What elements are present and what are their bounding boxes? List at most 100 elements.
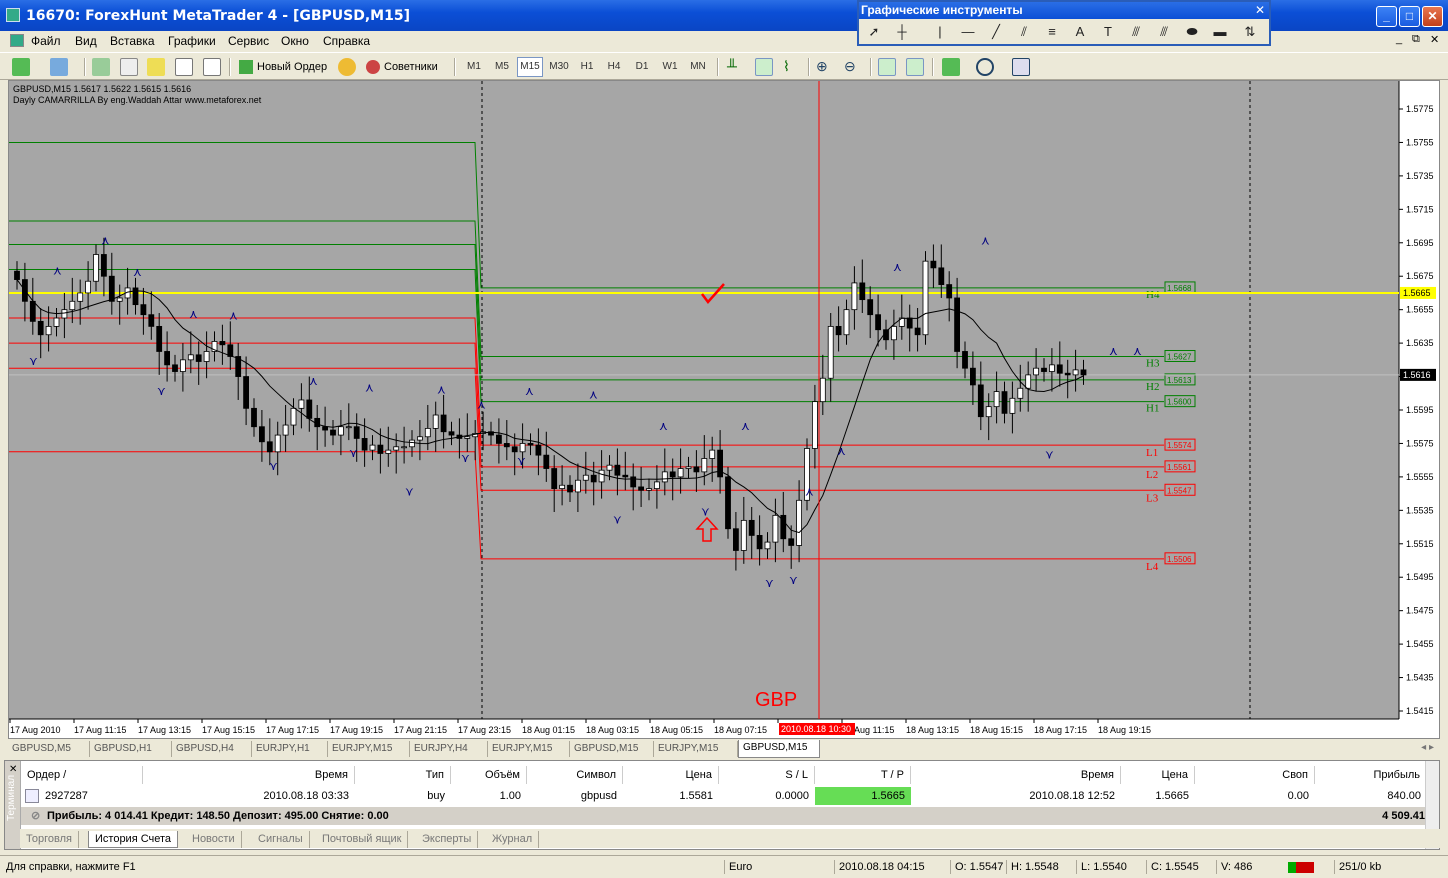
line-chart-icon[interactable]: ⌇ — [783, 58, 801, 76]
channel-icon[interactable]: ⫽ — [1013, 24, 1035, 40]
chart-tab[interactable]: EURJPY,H4 — [410, 741, 488, 757]
column-header[interactable]: Цена — [623, 766, 719, 784]
tf-h4[interactable]: H4 — [602, 57, 626, 77]
chart-tab[interactable]: EURJPY,M15 — [654, 741, 738, 757]
menu-charts[interactable]: Графики — [168, 34, 216, 48]
horizontal-line-icon[interactable]: — — [957, 24, 979, 39]
fibo-arc-icon[interactable]: ⫻ — [1153, 24, 1175, 40]
chart-window[interactable]: 1.5775 1.5755 1.5735 1.5715 1.5695 1.5675 1.56… — [8, 80, 1440, 739]
rectangle-icon[interactable]: ▬ — [1209, 24, 1231, 39]
chart-tab[interactable]: EURJPY,M15 — [488, 741, 570, 757]
child-minimize-button[interactable]: _ — [1396, 33, 1402, 45]
candle-body — [1049, 364, 1055, 372]
terminal-tab[interactable]: Сигналы — [252, 831, 310, 848]
column-header[interactable]: S / L — [719, 766, 815, 784]
menu-view[interactable]: Вид — [75, 34, 97, 48]
terminal-close-icon[interactable]: ✕ — [9, 764, 17, 775]
tf-m1[interactable]: M1 — [462, 57, 486, 77]
price-chart[interactable]: 1.5775 1.5755 1.5735 1.5715 1.5695 1.5675 1.56… — [9, 81, 1439, 738]
column-header[interactable]: Цена — [1121, 766, 1195, 784]
tf-mn[interactable]: MN — [686, 57, 710, 77]
autoscroll-icon[interactable] — [878, 58, 896, 76]
chart-tab[interactable]: GBPUSD,H1 — [90, 741, 172, 757]
indicators-icon[interactable] — [942, 58, 960, 76]
column-header[interactable]: Символ — [527, 766, 623, 784]
child-close-button[interactable]: ✕ — [1430, 33, 1439, 46]
tf-m30[interactable]: M30 — [546, 57, 572, 77]
ellipse-icon[interactable]: ⬬ — [1181, 24, 1203, 40]
column-header[interactable]: Объём — [451, 766, 527, 784]
meta-editor-icon[interactable] — [338, 58, 356, 76]
zoom-in-icon[interactable]: ⊕ — [816, 58, 834, 76]
templates-icon[interactable] — [1012, 58, 1030, 76]
child-restore-button[interactable]: ⧉ — [1412, 33, 1420, 46]
vertical-line-icon[interactable]: | — [929, 24, 951, 39]
terminal-tab[interactable]: Новости — [186, 831, 242, 848]
candle-body — [709, 449, 716, 459]
candle-body — [962, 351, 968, 369]
navigator-icon[interactable] — [147, 58, 165, 76]
minimize-button[interactable]: _ — [1376, 6, 1397, 27]
crosshair-icon[interactable]: ┼ — [891, 24, 913, 39]
candle-body — [330, 429, 336, 436]
maximize-button[interactable]: □ — [1399, 6, 1420, 27]
column-header[interactable]: Прибыль — [1315, 766, 1427, 784]
advisors-icon — [366, 60, 380, 75]
chart-tab[interactable]: GBPUSD,M15 — [570, 741, 654, 757]
connection-icon[interactable] — [1288, 862, 1314, 873]
fibo-icon[interactable]: ≡ — [1041, 24, 1063, 39]
terminal-tab[interactable]: Почтовый ящик — [316, 831, 409, 848]
chart-tab[interactable]: GBPUSD,M15 — [738, 740, 820, 758]
text-label-icon[interactable]: T — [1097, 24, 1119, 39]
chart-tab[interactable]: GBPUSD,M5 — [8, 741, 90, 757]
column-header[interactable]: Своп — [1195, 766, 1315, 784]
tf-w1[interactable]: W1 — [658, 57, 682, 77]
periods-icon[interactable] — [976, 58, 994, 76]
candle-body — [219, 341, 226, 346]
column-header[interactable]: T / P — [815, 766, 911, 784]
doc-icon[interactable] — [10, 34, 24, 47]
new-chart-icon[interactable] — [12, 58, 30, 76]
trendline-icon[interactable]: ╱ — [985, 24, 1007, 40]
menu-file[interactable]: Файл — [31, 34, 61, 48]
tf-h1[interactable]: H1 — [575, 57, 599, 77]
column-header[interactable]: Ордер / — [23, 766, 143, 784]
close-button[interactable]: ✕ — [1422, 6, 1443, 27]
text-icon[interactable]: A — [1069, 24, 1091, 39]
tf-m5[interactable]: M5 — [490, 57, 514, 77]
candle-body — [519, 443, 526, 453]
candle-chart-icon[interactable] — [755, 58, 773, 76]
tf-d1[interactable]: D1 — [630, 57, 654, 77]
chart-tab[interactable]: GBPUSD,H4 — [172, 741, 252, 757]
terminal-tab[interactable]: Торговля — [20, 831, 79, 848]
column-header[interactable]: Тип — [355, 766, 451, 784]
profiles-icon[interactable] — [50, 58, 68, 76]
arrows-icon[interactable]: ⇅ — [1239, 24, 1261, 40]
zoom-out-icon[interactable]: ⊖ — [844, 58, 862, 76]
chart-shift-icon[interactable] — [906, 58, 924, 76]
menu-insert[interactable]: Вставка — [110, 34, 155, 48]
bar-chart-icon[interactable]: ╨ — [727, 58, 745, 76]
menu-service[interactable]: Сервис — [228, 34, 269, 48]
cursor-icon[interactable]: ➚ — [863, 24, 885, 40]
tester-icon[interactable] — [203, 58, 221, 76]
advisors-button[interactable]: Советники — [365, 57, 447, 77]
terminal-icon[interactable] — [175, 58, 193, 76]
menu-window[interactable]: Окно — [281, 34, 309, 48]
chart-tab[interactable]: EURJPY,H1 — [252, 741, 328, 757]
column-header[interactable]: Время — [911, 766, 1121, 784]
new-order-button[interactable]: Новый Ордер — [238, 57, 330, 77]
data-window-icon[interactable] — [120, 58, 138, 76]
menu-help[interactable]: Справка — [323, 34, 370, 48]
terminal-tab[interactable]: Эксперты — [416, 831, 479, 848]
tf-m15[interactable]: M15 — [517, 57, 543, 77]
chart-tab[interactable]: EURJPY,M15 — [328, 741, 410, 757]
column-header[interactable]: Время — [143, 766, 355, 784]
terminal-tab[interactable]: Журнал — [486, 831, 540, 848]
terminal-tab[interactable]: История Счета — [88, 831, 179, 848]
graphic-tools-close-icon[interactable]: ✕ — [1255, 3, 1265, 17]
market-watch-icon[interactable] — [92, 58, 110, 76]
fibo-fan-icon[interactable]: ⫻ — [1125, 24, 1147, 40]
table-cell: 1.00 — [499, 790, 521, 802]
chart-tabs-scroll-icon[interactable]: ◂ ▸ — [1421, 742, 1434, 753]
